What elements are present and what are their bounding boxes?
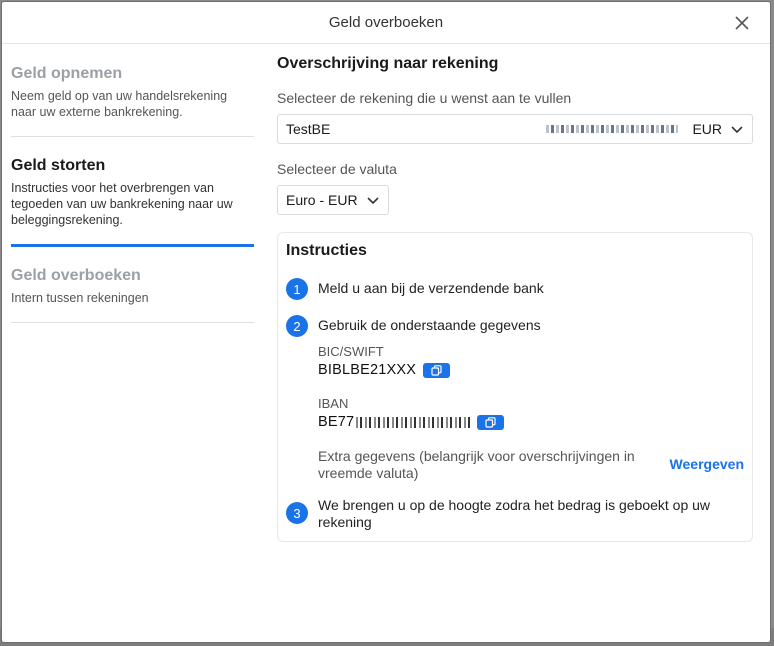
step-text: Meld u aan bij de verzendende bank (318, 280, 544, 296)
chevron-down-icon (367, 197, 379, 205)
account-currency: EUR (692, 121, 722, 137)
modal-header: Geld overboeken (2, 2, 770, 44)
step-1: 1 Meld u aan bij de verzendende bank (286, 278, 744, 300)
step-number: 1 (286, 278, 308, 300)
iban-label: IBAN (318, 396, 349, 411)
sidebar-item-transfer[interactable]: Geld overboeken Intern tussen rekeningen (11, 247, 254, 323)
currency-select[interactable]: Euro - EUR (277, 185, 389, 215)
step-text: Gebruik de onderstaande gegevens (318, 317, 541, 333)
account-label: Selecteer de rekening die u wenst aan te… (277, 90, 572, 106)
bic-label: BIC/SWIFT (318, 344, 384, 359)
sidebar-item-withdraw[interactable]: Geld opnemen Neem geld op van uw handels… (11, 45, 254, 137)
currency-value: Euro - EUR (286, 192, 358, 208)
sidebar-item-title: Geld opnemen (11, 65, 123, 82)
iban-row: BE77 (318, 414, 744, 430)
sidebar-item-deposit[interactable]: Geld storten Instructies voor het overbr… (11, 137, 254, 247)
step-2: 2 Gebruik de onderstaande gegevens BIC/S… (286, 315, 744, 482)
step-text: We brengen u op de hoogte zodra het bedr… (318, 497, 711, 530)
step-3: 3 We brengen u op de hoogte zodra het be… (286, 495, 744, 531)
copy-icon (431, 364, 442, 376)
copy-bic-button[interactable] (423, 362, 451, 378)
close-icon[interactable] (732, 13, 752, 33)
step-number: 2 (286, 315, 308, 337)
instructions-box: Instructies 1 Meld u aan bij de verzende… (277, 232, 753, 542)
page-title: Overschrijving naar rekening (277, 55, 499, 72)
sidebar-item-desc: Intern tussen rekeningen (11, 291, 149, 305)
account-select[interactable]: TestBE EUR (277, 114, 753, 144)
bic-row: BIBLBE21XXX (318, 362, 744, 378)
sidebar-item-desc: Neem geld op van uw handelsrekening naar… (11, 89, 228, 119)
bic-value: BIBLBE21XXX (318, 362, 417, 378)
sidebar-item-desc: Instructies voor het overbrengen van teg… (11, 181, 233, 227)
modal-title: Geld overboeken (328, 14, 444, 31)
step-number: 3 (286, 502, 308, 524)
iban-prefix: BE77 (318, 414, 355, 430)
copy-iban-button[interactable] (477, 414, 505, 430)
masked-iban (356, 416, 471, 428)
show-extra-link[interactable]: Weergeven (670, 456, 744, 472)
main-panel: Overschrijving naar rekening Selecteer d… (277, 45, 753, 542)
instructions-title: Instructies (286, 242, 367, 259)
chevron-down-icon (731, 126, 743, 134)
masked-account-number (546, 125, 679, 133)
currency-label: Selecteer de valuta (277, 161, 397, 177)
sidebar-item-title: Geld storten (11, 157, 106, 174)
extra-details-row: Extra gegevens (belangrijk voor overschr… (318, 448, 744, 482)
account-name: TestBE (286, 121, 331, 137)
sidebar-item-title: Geld overboeken (11, 267, 141, 284)
transfer-modal: Geld overboeken Geld opnemen Neem geld o… (2, 2, 770, 642)
sidebar: Geld opnemen Neem geld op van uw handels… (11, 45, 254, 323)
extra-details-text: Extra gegevens (belangrijk voor overschr… (318, 448, 635, 481)
copy-icon (485, 416, 496, 428)
